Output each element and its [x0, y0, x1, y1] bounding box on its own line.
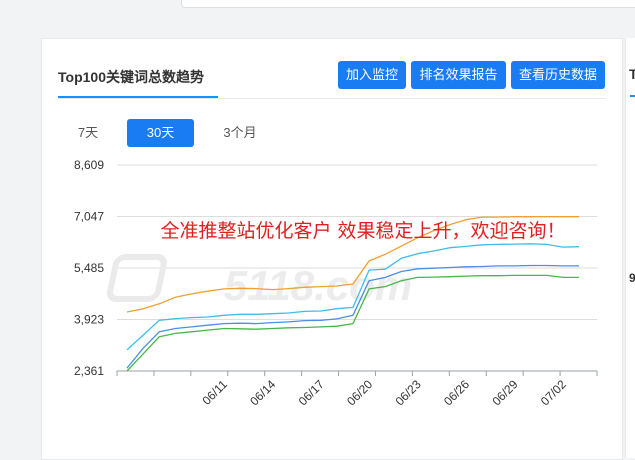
- x-tick-label: 06/14: [247, 377, 278, 408]
- trend-chart: 2,3613,9235,4857,0478,609 06/11 06/14 06/1…: [74, 158, 598, 408]
- x-tick-label: 06/23: [393, 377, 424, 408]
- x-tick-label: 06/26: [441, 377, 472, 408]
- x-tick-label: 06/29: [489, 377, 520, 408]
- y-tick-label: 5,485: [74, 261, 104, 275]
- chart-annotation: 全准推整站优化客户 效果稳定上升，欢迎咨询！: [160, 220, 565, 242]
- x-axis: 06/11 06/14 06/17 06/20 06/23 06/26 06/29 07/02: [116, 371, 598, 408]
- x-tick-label: 06/17: [296, 377, 327, 408]
- y-tick-label: 8,609: [74, 158, 104, 172]
- watermark-icon: [106, 254, 167, 302]
- y-axis-ticks: 2,361 3,923 5,485 7,047 8,609: [74, 158, 104, 378]
- y-tick-label: 3,923: [74, 313, 104, 327]
- x-tick-label: 06/20: [344, 377, 375, 408]
- y-tick-label: 7,047: [74, 210, 104, 224]
- x-tick-label: 06/11: [199, 377, 230, 408]
- y-tick-label: 2,361: [74, 364, 104, 378]
- x-tick-label: 07/02: [538, 377, 569, 408]
